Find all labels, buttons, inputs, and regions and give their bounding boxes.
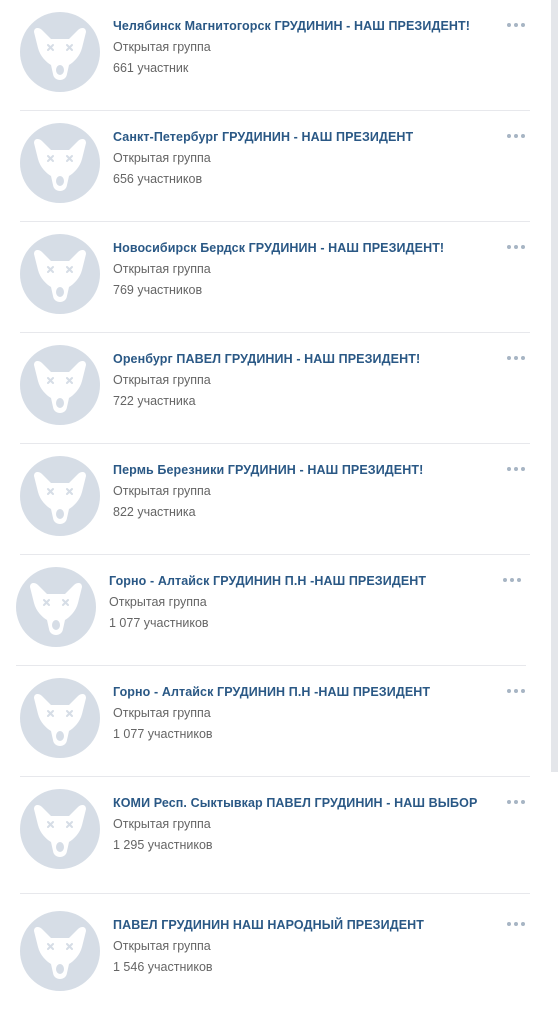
more-horizontal-icon[interactable] bbox=[507, 241, 529, 253]
group-list-item[interactable]: Челябинск Магнитогорск ГРУДИНИН - НАШ ПР… bbox=[20, 0, 530, 111]
group-avatar[interactable] bbox=[20, 678, 100, 758]
member-count: 656 участников bbox=[113, 172, 203, 186]
group-list-item[interactable]: КОМИ Респ. Сыктывкар ПАВЕЛ ГРУДИНИН - НА… bbox=[20, 777, 530, 894]
vk-dog-placeholder-icon bbox=[34, 926, 86, 979]
group-name[interactable]: Санкт-Петербург ГРУДИНИН - НАШ ПРЕЗИДЕНТ bbox=[113, 130, 413, 144]
group-avatar[interactable] bbox=[20, 456, 100, 536]
group-type: Открытая группа bbox=[113, 484, 211, 498]
group-type: Открытая группа bbox=[113, 706, 211, 720]
group-avatar[interactable] bbox=[20, 123, 100, 203]
group-name[interactable]: ПАВЕЛ ГРУДИНИН НАШ НАРОДНЫЙ ПРЕЗИДЕНТ bbox=[113, 918, 424, 932]
member-count: 1 077 участников bbox=[109, 616, 209, 630]
group-name[interactable]: Челябинск Магнитогорск ГРУДИНИН - НАШ ПР… bbox=[113, 19, 470, 33]
member-count: 661 участник bbox=[113, 61, 189, 75]
group-list-item[interactable]: Санкт-Петербург ГРУДИНИН - НАШ ПРЕЗИДЕНТ… bbox=[20, 111, 530, 222]
member-count: 769 участников bbox=[113, 283, 203, 297]
vk-dog-placeholder-icon bbox=[34, 804, 86, 857]
vk-dog-placeholder-icon bbox=[34, 360, 86, 413]
more-horizontal-icon[interactable] bbox=[507, 352, 529, 364]
group-avatar[interactable] bbox=[16, 567, 96, 647]
more-horizontal-icon[interactable] bbox=[507, 918, 529, 930]
scrollbar-track[interactable] bbox=[551, 0, 558, 772]
group-name[interactable]: Оренбург ПАВЕЛ ГРУДИНИН - НАШ ПРЕЗИДЕНТ! bbox=[113, 352, 420, 366]
group-type: Открытая группа bbox=[113, 373, 211, 387]
member-count: 722 участника bbox=[113, 394, 196, 408]
group-type: Открытая группа bbox=[113, 939, 211, 953]
group-type: Открытая группа bbox=[113, 151, 211, 165]
group-avatar[interactable] bbox=[20, 789, 100, 869]
group-name[interactable]: Пермь Березники ГРУДИНИН - НАШ ПРЕЗИДЕНТ… bbox=[113, 463, 423, 477]
group-name[interactable]: Горно - Алтайск ГРУДИНИН П.Н -НАШ ПРЕЗИД… bbox=[109, 574, 426, 588]
member-count: 822 участника bbox=[113, 505, 196, 519]
group-list-item[interactable]: Оренбург ПАВЕЛ ГРУДИНИН - НАШ ПРЕЗИДЕНТ!… bbox=[20, 333, 530, 444]
member-count: 1 295 участников bbox=[113, 838, 213, 852]
vk-dog-placeholder-icon bbox=[34, 471, 86, 524]
group-avatar[interactable] bbox=[20, 12, 100, 92]
group-name[interactable]: Новосибирск Бердск ГРУДИНИН - НАШ ПРЕЗИД… bbox=[113, 241, 444, 255]
vk-dog-placeholder-icon bbox=[30, 582, 82, 635]
vk-dog-placeholder-icon bbox=[34, 249, 86, 302]
member-count: 1 077 участников bbox=[113, 727, 213, 741]
group-type: Открытая группа bbox=[113, 40, 211, 54]
group-name[interactable]: КОМИ Респ. Сыктывкар ПАВЕЛ ГРУДИНИН - НА… bbox=[113, 796, 477, 810]
member-count: 1 546 участников bbox=[113, 960, 213, 974]
group-type: Открытая группа bbox=[113, 262, 211, 276]
group-type: Открытая группа bbox=[109, 595, 207, 609]
vk-dog-placeholder-icon bbox=[34, 138, 86, 191]
group-avatar[interactable] bbox=[20, 345, 100, 425]
group-name[interactable]: Горно - Алтайск ГРУДИНИН П.Н -НАШ ПРЕЗИД… bbox=[113, 685, 430, 699]
more-horizontal-icon[interactable] bbox=[507, 130, 529, 142]
more-horizontal-icon[interactable] bbox=[507, 796, 529, 808]
group-list-item[interactable]: Горно - Алтайск ГРУДИНИН П.Н -НАШ ПРЕЗИД… bbox=[16, 555, 526, 666]
vk-dog-placeholder-icon bbox=[34, 693, 86, 746]
group-list-item[interactable]: Горно - Алтайск ГРУДИНИН П.Н -НАШ ПРЕЗИД… bbox=[20, 666, 530, 777]
more-horizontal-icon[interactable] bbox=[503, 574, 525, 586]
more-horizontal-icon[interactable] bbox=[507, 463, 529, 475]
group-list-item[interactable]: Новосибирск Бердск ГРУДИНИН - НАШ ПРЕЗИД… bbox=[20, 222, 530, 333]
group-list-item[interactable]: Пермь Березники ГРУДИНИН - НАШ ПРЕЗИДЕНТ… bbox=[20, 444, 530, 555]
group-avatar[interactable] bbox=[20, 234, 100, 314]
group-type: Открытая группа bbox=[113, 817, 211, 831]
vk-dog-placeholder-icon bbox=[34, 27, 86, 80]
more-horizontal-icon[interactable] bbox=[507, 19, 529, 31]
more-horizontal-icon[interactable] bbox=[507, 685, 529, 697]
group-list-item[interactable]: ПАВЕЛ ГРУДИНИН НАШ НАРОДНЫЙ ПРЕЗИДЕНТ От… bbox=[20, 899, 530, 1009]
group-avatar[interactable] bbox=[20, 911, 100, 991]
